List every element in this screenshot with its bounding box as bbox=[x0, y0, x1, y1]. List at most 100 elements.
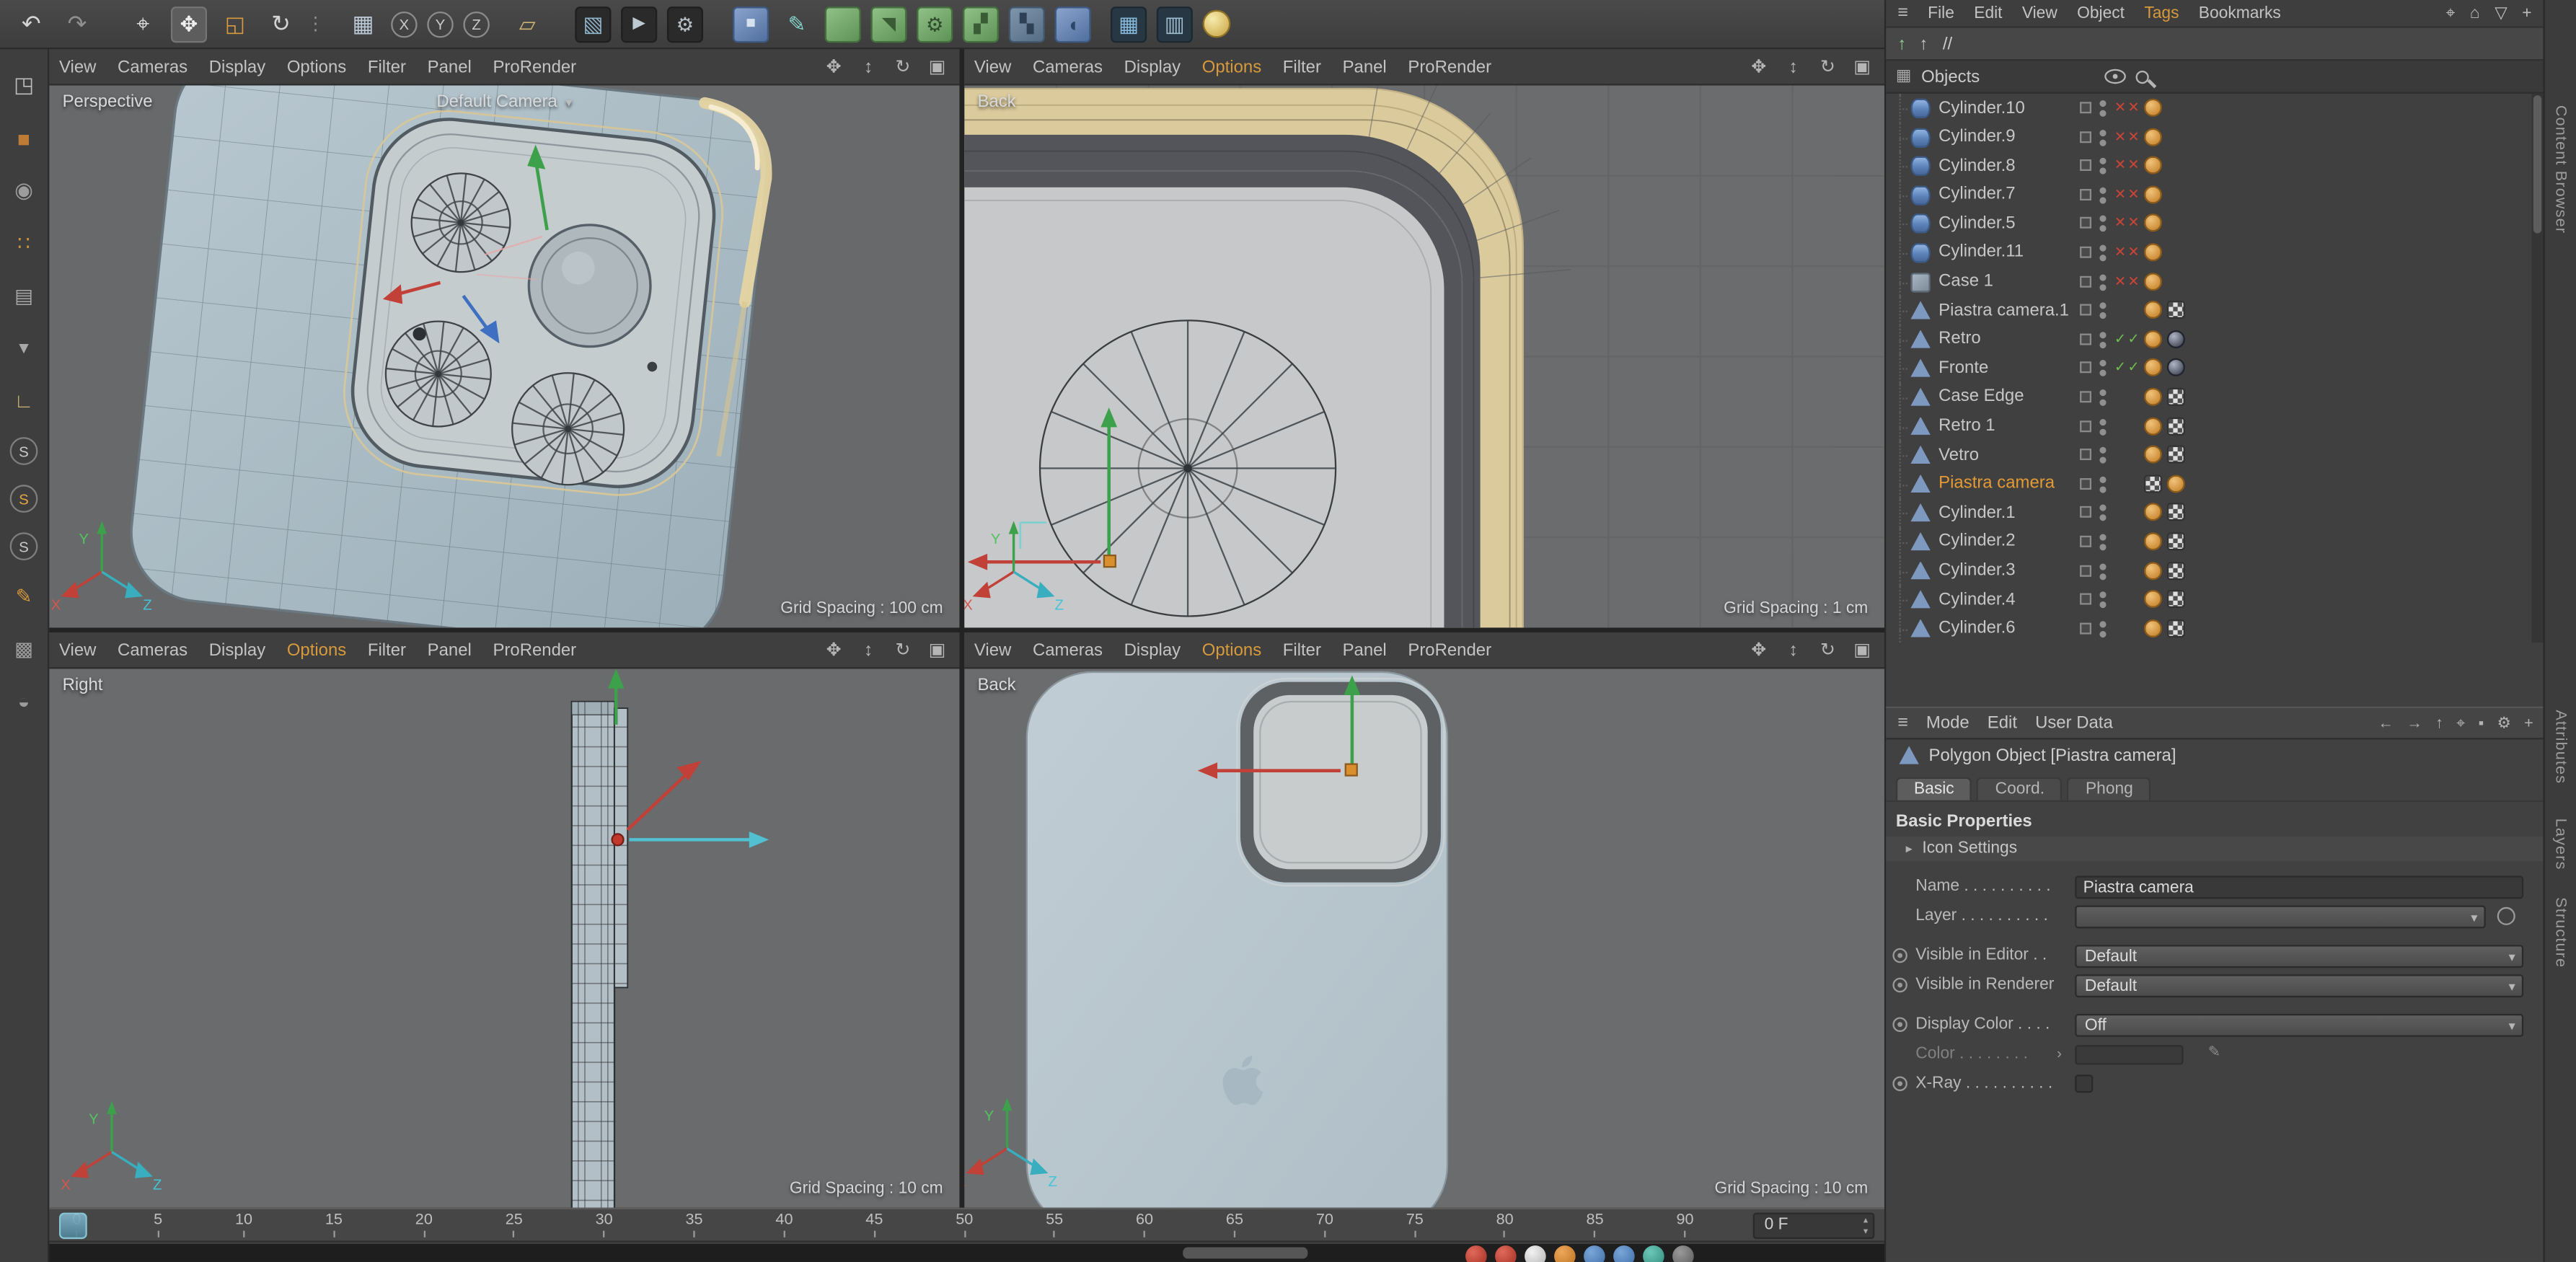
nav-up-icon[interactable]: ↑ bbox=[2435, 714, 2443, 732]
back-full-render[interactable] bbox=[964, 668, 1884, 1207]
enable-toggle[interactable] bbox=[2080, 477, 2091, 489]
object-name[interactable]: Cylinder.9 bbox=[1938, 127, 2015, 146]
object-name[interactable]: Fronte bbox=[1938, 358, 1988, 377]
object-tag[interactable] bbox=[2144, 532, 2162, 550]
axis-mode-icon[interactable]: ∟ bbox=[7, 384, 40, 418]
visibility-dots[interactable] bbox=[2099, 534, 2106, 550]
rotate-tool-icon[interactable]: ↻ bbox=[263, 6, 299, 42]
tag-slot-1[interactable] bbox=[2144, 561, 2162, 579]
tag-slot-2[interactable] bbox=[2167, 330, 2185, 348]
visibility-dots[interactable] bbox=[2099, 303, 2106, 319]
camera-name[interactable]: Default Camera bbox=[436, 92, 557, 112]
viewport-menu-item[interactable]: Options bbox=[287, 640, 346, 660]
object-tree-scrollbar[interactable] bbox=[2532, 94, 2544, 643]
scale-tool-icon[interactable]: ◱ bbox=[217, 6, 253, 42]
tag-slot-2[interactable] bbox=[2167, 185, 2185, 203]
undo-icon[interactable]: ↶ bbox=[13, 6, 49, 42]
viewport-menu-item[interactable]: Options bbox=[1202, 57, 1261, 76]
add-panel-icon[interactable]: + bbox=[2522, 4, 2531, 22]
rotate-view-icon[interactable]: ↻ bbox=[1815, 637, 1840, 662]
live-selection-icon[interactable]: ⌖ bbox=[125, 6, 161, 42]
name-input[interactable]: Piastra camera bbox=[2075, 875, 2523, 899]
lock-icon[interactable]: ▪ bbox=[2479, 714, 2484, 732]
enable-toggle[interactable] bbox=[2080, 565, 2091, 576]
visibility-dots[interactable] bbox=[2099, 621, 2106, 637]
viewport-menu-item[interactable]: View bbox=[974, 640, 1011, 660]
object-name[interactable]: Cylinder.7 bbox=[1938, 185, 2015, 204]
visibility-dots[interactable] bbox=[2099, 129, 2106, 146]
object-tag[interactable] bbox=[2144, 128, 2162, 146]
viewport-menu-item[interactable]: Cameras bbox=[118, 640, 188, 660]
xray-checkbox[interactable] bbox=[2075, 1075, 2093, 1093]
object-tag[interactable] bbox=[2144, 388, 2162, 406]
object-name[interactable]: Case Edge bbox=[1938, 387, 2024, 406]
menu-item[interactable]: File bbox=[1928, 4, 1954, 22]
tag-slot-1[interactable] bbox=[2144, 301, 2162, 319]
timeline-ruler[interactable]: 0 5 10 15 bbox=[49, 1209, 1750, 1240]
side-tab-structure[interactable]: Structure bbox=[2551, 897, 2570, 968]
scrollbar-thumb[interactable] bbox=[2533, 95, 2541, 233]
tag-slot-2[interactable] bbox=[2167, 619, 2185, 637]
visibility-dots[interactable] bbox=[2099, 244, 2106, 261]
object-name[interactable]: Cylinder.3 bbox=[1938, 560, 2015, 580]
state-marks[interactable]: ✓✓ bbox=[2114, 330, 2143, 348]
enable-toggle[interactable] bbox=[2080, 102, 2091, 113]
enable-toggle[interactable] bbox=[2080, 131, 2091, 142]
config-icon[interactable]: ⚙ bbox=[2497, 714, 2510, 732]
state-marks[interactable]: ✕✕ bbox=[2114, 156, 2143, 175]
object-tag[interactable] bbox=[2167, 301, 2185, 319]
object-tag[interactable] bbox=[2144, 330, 2162, 348]
enable-toggle[interactable] bbox=[2080, 333, 2091, 345]
lock-y-icon[interactable]: Y bbox=[427, 11, 453, 37]
object-tag[interactable] bbox=[2167, 590, 2185, 608]
toggle-view-icon[interactable]: ▣ bbox=[925, 54, 950, 79]
viewport-menu-item[interactable]: Filter bbox=[368, 57, 406, 76]
scene-path[interactable]: // bbox=[1943, 34, 1952, 53]
object-row[interactable]: Vetro bbox=[1886, 441, 2531, 469]
tag-slot-1[interactable] bbox=[2144, 590, 2162, 608]
lock-x-icon[interactable]: X bbox=[391, 11, 417, 37]
menu-item[interactable]: Tags bbox=[2144, 4, 2179, 22]
visibility-filter-icon[interactable] bbox=[2104, 69, 2126, 84]
object-tag[interactable] bbox=[2144, 561, 2162, 579]
object-row[interactable]: Retro ✓✓ bbox=[1886, 325, 2531, 354]
viewport-menu-item[interactable]: Cameras bbox=[118, 57, 188, 76]
nav-forward-icon[interactable]: → bbox=[2407, 714, 2422, 732]
object-tag[interactable] bbox=[2167, 475, 2185, 493]
object-tag[interactable] bbox=[2167, 446, 2185, 464]
viewport-menu-item[interactable]: Filter bbox=[1283, 57, 1321, 76]
object-row[interactable]: Cylinder.9 ✕✕ bbox=[1886, 123, 2531, 151]
enable-snap-icon[interactable]: S bbox=[10, 437, 38, 465]
viewport-menu-item[interactable]: Filter bbox=[1283, 640, 1321, 660]
toggle-view-icon[interactable]: ▣ bbox=[1850, 54, 1874, 79]
timeline-scrubber[interactable] bbox=[59, 1213, 87, 1239]
layer-dropdown[interactable] bbox=[2075, 906, 2486, 929]
deformer-icon[interactable]: ◖ bbox=[1055, 6, 1091, 42]
pan-view-icon[interactable]: ✥ bbox=[821, 54, 846, 79]
viewport-menu-item[interactable]: Cameras bbox=[1033, 640, 1103, 660]
side-tab-layers[interactable]: Layers bbox=[2551, 818, 2570, 870]
generator-icon[interactable]: ⚙ bbox=[917, 6, 953, 42]
pan-view-icon[interactable]: ✥ bbox=[821, 637, 846, 662]
toggle-view-icon[interactable]: ▣ bbox=[925, 637, 950, 662]
state-marks[interactable]: ✕✕ bbox=[2114, 272, 2143, 290]
tag-slot-2[interactable] bbox=[2167, 156, 2185, 175]
enable-toggle[interactable] bbox=[2080, 362, 2091, 374]
object-tag[interactable] bbox=[2167, 619, 2185, 637]
viewport-menu-item[interactable]: Panel bbox=[428, 57, 472, 76]
object-tag[interactable] bbox=[2167, 388, 2185, 406]
expand-icon[interactable]: › bbox=[2057, 1045, 2062, 1062]
enable-toggle[interactable] bbox=[2080, 507, 2091, 519]
tag-slot-1[interactable] bbox=[2144, 619, 2162, 637]
object-name[interactable]: Cylinder.4 bbox=[1938, 589, 2015, 609]
tag-slot-2[interactable] bbox=[2167, 243, 2185, 261]
tag-slot-2[interactable] bbox=[2167, 561, 2185, 579]
phone-back-mesh[interactable] bbox=[1027, 672, 1447, 1208]
dolly-view-icon[interactable]: ↕ bbox=[856, 637, 881, 662]
visibility-dots[interactable] bbox=[2099, 418, 2106, 435]
texture-mode-icon[interactable]: ◉ bbox=[7, 175, 40, 208]
tag-slot-2[interactable] bbox=[2167, 214, 2185, 232]
enable-toggle[interactable] bbox=[2080, 159, 2091, 171]
timeline-zoom-handle[interactable] bbox=[1183, 1247, 1307, 1258]
tag-slot-1[interactable] bbox=[2144, 272, 2162, 290]
